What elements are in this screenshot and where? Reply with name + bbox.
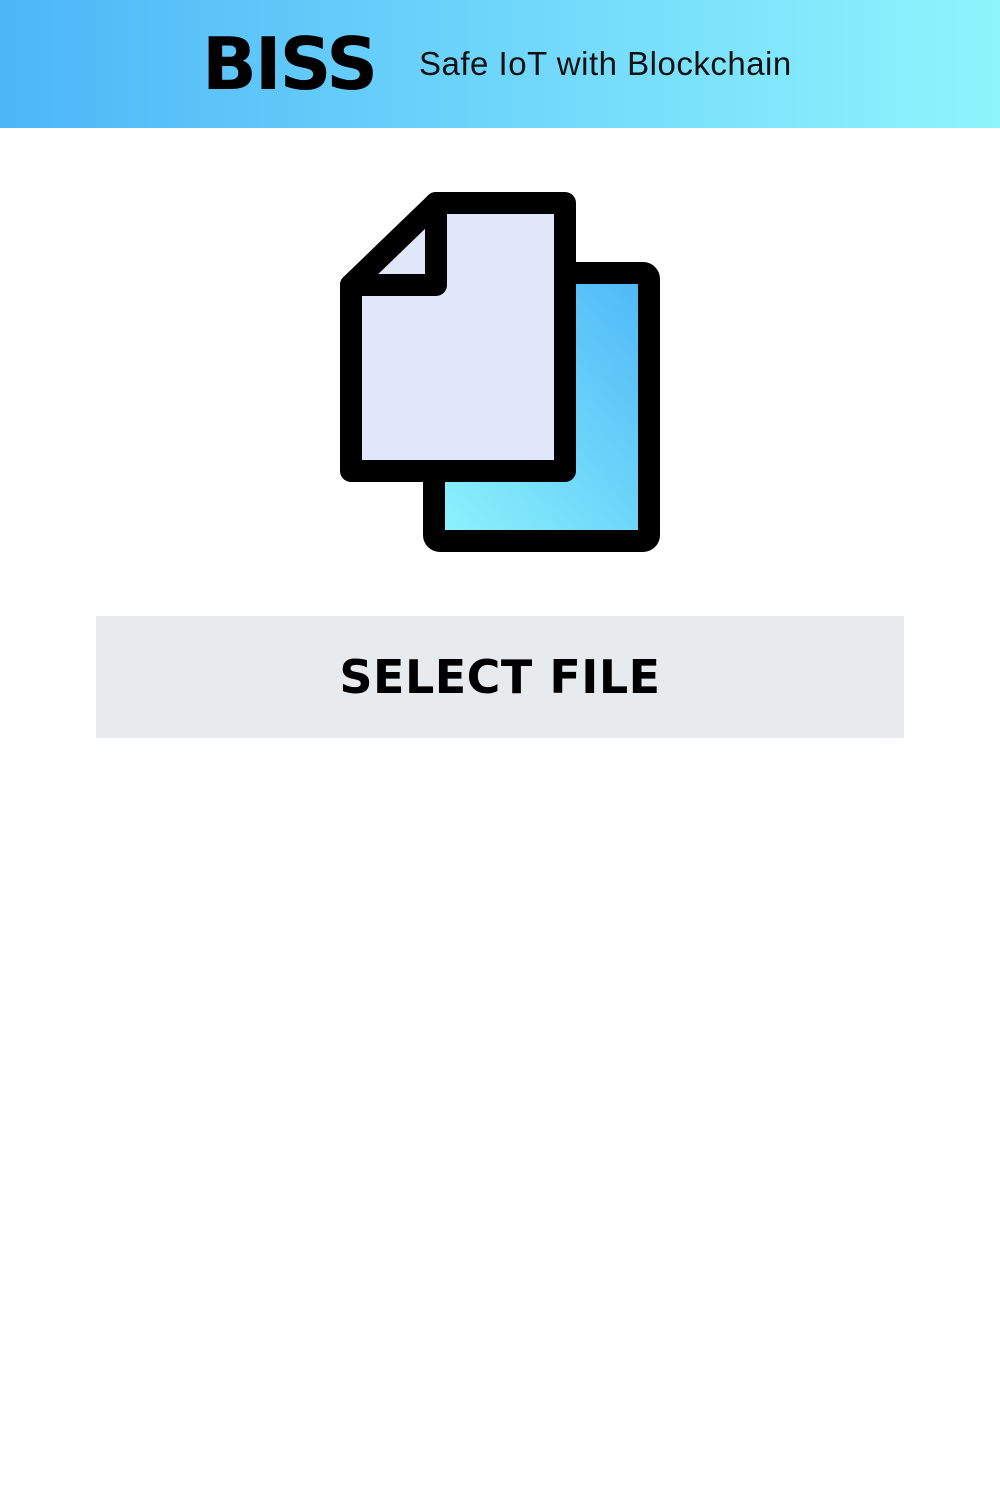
- brand-logo: BISS: [202, 22, 378, 106]
- front-document-shape: [340, 192, 576, 482]
- app-header: BISS Safe IoT with Blockchain: [0, 0, 1000, 128]
- files-copy-icon: [340, 192, 660, 552]
- select-file-label: SELECT FILE: [339, 650, 661, 704]
- app-tagline: Safe IoT with Blockchain: [419, 45, 792, 82]
- select-file-button[interactable]: SELECT FILE: [96, 616, 904, 738]
